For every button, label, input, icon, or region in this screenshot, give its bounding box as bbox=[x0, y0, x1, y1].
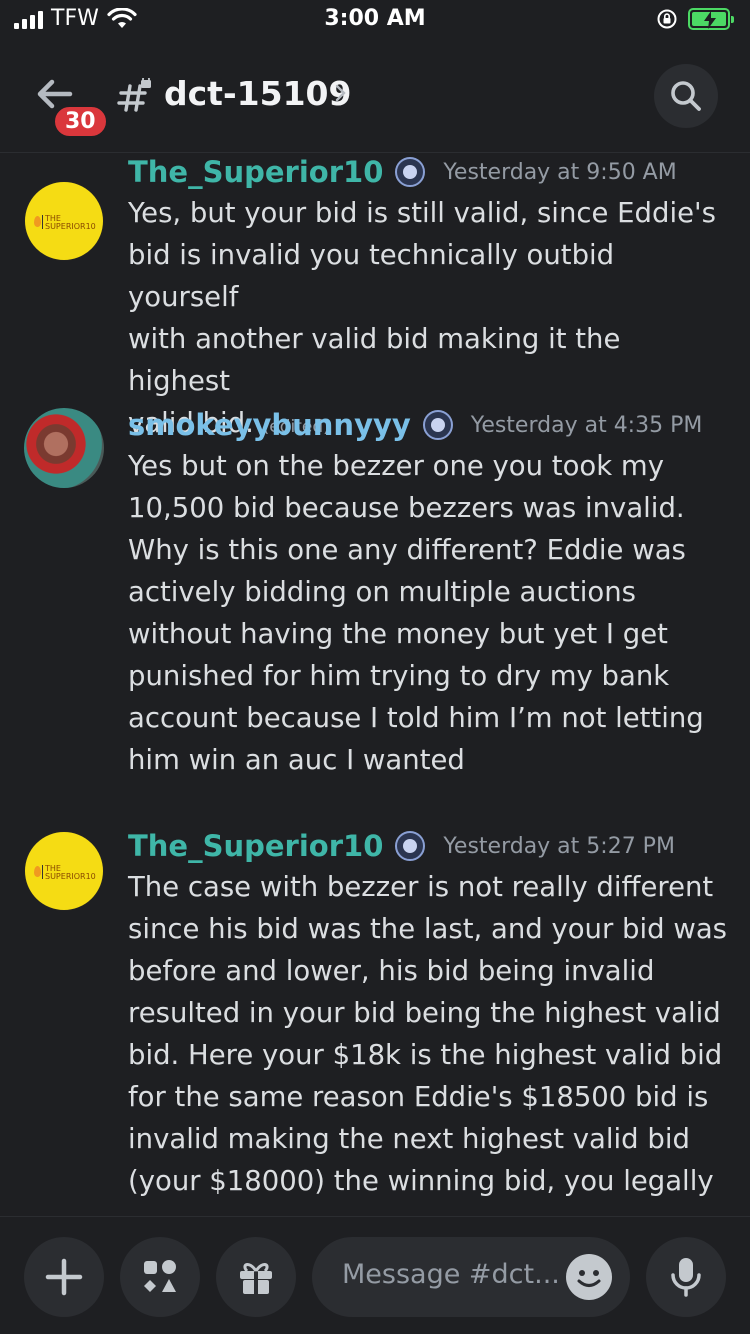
gift-icon bbox=[240, 1263, 272, 1294]
message-list[interactable]: THE SUPERIOR10 The_Superior10 Yesterday a… bbox=[0, 152, 750, 1216]
channel-header: 30 dct-15109 bbox=[0, 44, 750, 153]
avatar[interactable]: THE SUPERIOR10 bbox=[24, 181, 104, 261]
microphone-icon bbox=[671, 1258, 701, 1297]
message-text: Yes but on the bezzer one you took my 10… bbox=[128, 450, 704, 776]
gift-button[interactable] bbox=[216, 1237, 296, 1317]
clock: 3:00 AM bbox=[324, 6, 426, 31]
username[interactable]: The_Superior10 bbox=[128, 155, 383, 189]
channel-name[interactable]: dct-15109 bbox=[164, 74, 351, 113]
message-input[interactable]: Message #dct... bbox=[312, 1237, 630, 1317]
timestamp: Yesterday at 9:50 AM bbox=[443, 159, 677, 185]
message-composer: Message #dct... bbox=[0, 1217, 750, 1334]
username[interactable]: smokeyybunnyyy bbox=[128, 408, 411, 442]
add-attachment-button[interactable] bbox=[24, 1237, 104, 1317]
chevron-right-icon[interactable] bbox=[334, 84, 348, 102]
voice-message-button[interactable] bbox=[646, 1237, 726, 1317]
username[interactable]: The_Superior10 bbox=[128, 829, 383, 863]
orientation-lock-icon bbox=[657, 9, 677, 29]
status-bar: TFW 3:00 AM bbox=[0, 0, 750, 42]
battery-icon bbox=[688, 8, 734, 30]
apps-icon bbox=[144, 1260, 176, 1292]
search-icon bbox=[671, 81, 701, 111]
avatar[interactable] bbox=[24, 408, 104, 488]
role-badge-icon bbox=[422, 410, 453, 440]
timestamp: Yesterday at 5:27 PM bbox=[443, 833, 675, 859]
apps-button[interactable] bbox=[120, 1237, 200, 1317]
search-button[interactable] bbox=[654, 64, 718, 128]
avatar[interactable]: THE SUPERIOR10 bbox=[24, 831, 104, 911]
private-channel-icon bbox=[117, 78, 151, 112]
role-badge-icon bbox=[395, 831, 426, 861]
emoji-icon[interactable] bbox=[566, 1254, 612, 1300]
message-placeholder: Message #dct... bbox=[342, 1259, 560, 1290]
unread-badge: 30 bbox=[52, 104, 109, 139]
role-badge-icon bbox=[395, 157, 426, 187]
timestamp: Yesterday at 4:35 PM bbox=[470, 412, 703, 438]
message-text: The case with bezzer is not really diffe… bbox=[128, 871, 727, 1197]
plus-icon bbox=[45, 1258, 83, 1296]
